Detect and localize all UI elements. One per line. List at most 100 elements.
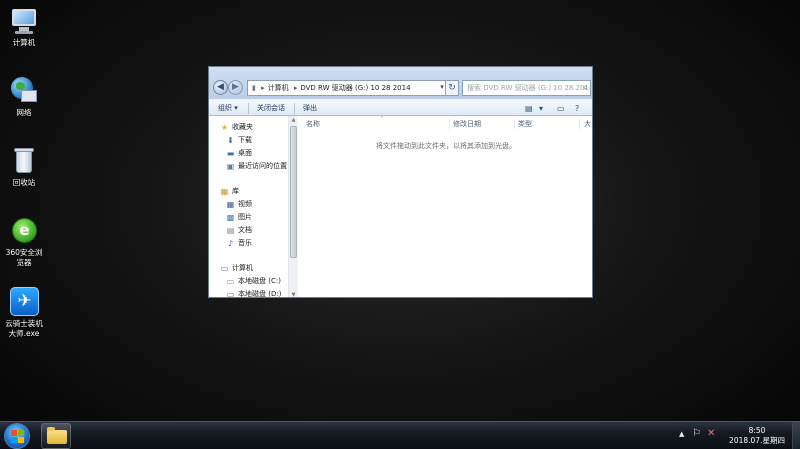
network-icon: [9, 76, 39, 106]
column-header-name[interactable]: 名称: [306, 119, 320, 129]
column-divider: [449, 119, 450, 129]
nav-item-documents[interactable]: ▤ 文档: [226, 224, 252, 236]
volume-muted-icon[interactable]: ✕: [707, 428, 715, 439]
recent-places-icon: ▣: [226, 162, 235, 171]
toolbar-divider: [248, 103, 249, 114]
scroll-up-arrow[interactable]: ▲: [289, 116, 298, 124]
file-list[interactable]: 名称 ^ 修改日期 类型 大 将文件拖动到此文件夹，以将其添加到光盘。: [298, 116, 592, 297]
nav-label: 桌面: [238, 149, 252, 157]
nav-label: 计算机: [232, 264, 253, 272]
column-divider: [514, 119, 515, 129]
show-desktop-button[interactable]: [792, 422, 800, 449]
nav-item-drive-c[interactable]: ▭ 本地磁盘 (C:): [226, 275, 281, 287]
window-frame: ◀ ▶ ▮ ▸ 计算机 ▸ DVD RW 驱动器 (G:) 10 28 2014 ▾…: [209, 67, 592, 99]
nav-item-recent[interactable]: ▣ 最近访问的位置: [226, 160, 287, 172]
nav-pane-scrollbar[interactable]: ▲ ▼: [288, 116, 298, 297]
forward-button[interactable]: ▶: [228, 80, 243, 95]
desktop-icon-label: 回收站: [12, 178, 36, 187]
nav-item-pictures[interactable]: ▩ 图片: [226, 211, 252, 223]
star-icon: ★: [220, 123, 229, 132]
downloads-icon: ⬇: [227, 136, 234, 145]
empty-folder-message: 将文件拖动到此文件夹，以将其添加到光盘。: [376, 142, 516, 150]
nav-libraries[interactable]: ▦ 库: [220, 185, 239, 197]
column-header-date[interactable]: 修改日期: [453, 119, 481, 129]
preview-pane-icon[interactable]: ▭: [557, 102, 565, 115]
taskbar: ▲ ⚐ ✕ 8:50 2018.07.星期四: [0, 421, 800, 449]
nav-label: 图片: [238, 213, 252, 221]
nav-label: 音乐: [238, 239, 252, 247]
nav-favorites[interactable]: ★ 收藏夹: [220, 121, 253, 133]
nav-label: 文档: [238, 226, 252, 234]
action-center-icon[interactable]: ⚐: [692, 428, 701, 439]
close-session-button[interactable]: 关闭会话: [253, 102, 289, 115]
organize-button[interactable]: 组织 ▾: [214, 102, 242, 115]
clock-date: 2018.07.星期四: [729, 436, 785, 445]
nav-label: 本地磁盘 (D:): [238, 290, 282, 298]
nav-item-downloads[interactable]: ⬇ 下载: [226, 134, 252, 146]
breadcrumb-drive[interactable]: DVD RW 驱动器 (G:) 10 28 2014: [300, 84, 410, 92]
refresh-button[interactable]: ↻: [445, 80, 459, 96]
toolbar-divider: [294, 103, 295, 114]
scroll-down-arrow[interactable]: ▼: [289, 291, 298, 297]
nav-item-music[interactable]: ♪ 音乐: [226, 237, 252, 249]
folder-icon: ▮: [252, 84, 256, 92]
desktop-icon-label: 网络: [16, 108, 32, 117]
command-bar: 组织 ▾ 关闭会话 弹出 ▤ ▾ ▭ ?: [209, 99, 592, 116]
nav-label: 本地磁盘 (C:): [238, 277, 281, 285]
desktop-icon-yunqishi[interactable]: ✈ 云骑士装机大师.exe: [2, 287, 46, 339]
tray-expand-icon[interactable]: ▲: [679, 430, 684, 438]
computer-icon: [9, 6, 39, 36]
desktop-icon-label: 云骑士装机大师.exe: [5, 319, 43, 338]
search-input[interactable]: 搜索 DVD RW 驱动器 (G:) 10 28 2014 ⌕: [462, 80, 591, 96]
desktop-icon-label: 360安全浏览器: [5, 248, 43, 267]
nav-item-desktop[interactable]: ▬ 桌面: [226, 147, 252, 159]
sort-arrow-icon: ^: [380, 116, 385, 122]
desktop-icon-360-browser[interactable]: e 360安全浏览器: [2, 216, 46, 268]
search-icon: ⌕: [583, 83, 588, 92]
eject-button[interactable]: 弹出: [299, 102, 321, 115]
nav-label: 收藏夹: [232, 123, 253, 131]
360-browser-icon: e: [9, 216, 39, 246]
nav-label: 库: [232, 187, 239, 195]
music-icon: ♪: [227, 239, 234, 248]
drive-icon: ▭: [226, 277, 235, 286]
help-icon[interactable]: ?: [575, 102, 579, 115]
search-placeholder: 搜索 DVD RW 驱动器 (G:) 10 28 2014: [467, 84, 591, 92]
folder-icon: [47, 427, 67, 444]
scroll-thumb[interactable]: [290, 126, 297, 258]
clock[interactable]: 8:50 2018.07.星期四: [724, 426, 790, 446]
nav-item-videos[interactable]: ▦ 视频: [226, 198, 252, 210]
desktop-icon: ▬: [226, 149, 235, 158]
desktop-icon-network[interactable]: 网络: [2, 76, 46, 118]
computer-icon: ▭: [220, 264, 229, 273]
column-header-size[interactable]: 大: [584, 119, 591, 129]
view-options-icon[interactable]: ▤: [525, 102, 533, 115]
desktop: 计算机 网络 回收站 e 360安全浏览器 ✈ 云骑士装机大师.exe ◀ ▶ …: [0, 0, 800, 421]
desktop-icon-label: 计算机: [12, 38, 36, 47]
clock-time: 8:50: [748, 426, 766, 435]
breadcrumb-computer[interactable]: 计算机: [268, 84, 289, 92]
column-header-type[interactable]: 类型: [518, 119, 532, 129]
nav-label: 下载: [238, 136, 252, 144]
explorer-window[interactable]: ◀ ▶ ▮ ▸ 计算机 ▸ DVD RW 驱动器 (G:) 10 28 2014 ▾…: [208, 66, 593, 298]
windows-logo-icon: [11, 430, 24, 443]
desktop-icon-recycle-bin[interactable]: 回收站: [2, 146, 46, 188]
taskbar-explorer-button[interactable]: [41, 423, 71, 449]
video-icon: ▦: [226, 200, 235, 209]
pictures-icon: ▩: [226, 213, 235, 222]
column-divider: [579, 119, 580, 129]
nav-computer[interactable]: ▭ 计算机: [220, 262, 253, 274]
nav-item-drive-d[interactable]: ▭ 本地磁盘 (D:): [226, 288, 282, 298]
start-button[interactable]: [4, 423, 30, 449]
address-bar[interactable]: ▮ ▸ 计算机 ▸ DVD RW 驱动器 (G:) 10 28 2014: [247, 80, 457, 96]
navigation-pane: ★ 收藏夹 ⬇ 下载 ▬ 桌面 ▣ 最近访问的位置 ▦ 库 ▦ 视频 ▩ 图片 ▤ 文档: [209, 116, 297, 298]
yunqishi-icon: ✈: [9, 287, 39, 317]
documents-icon: ▤: [226, 226, 235, 235]
chevron-down-icon[interactable]: ▾: [539, 102, 543, 115]
nav-label: 视频: [238, 200, 252, 208]
back-button[interactable]: ◀: [213, 80, 228, 95]
recycle-bin-icon: [9, 146, 39, 176]
desktop-icon-computer[interactable]: 计算机: [2, 6, 46, 48]
nav-label: 最近访问的位置: [238, 162, 287, 170]
library-icon: ▦: [220, 187, 229, 196]
